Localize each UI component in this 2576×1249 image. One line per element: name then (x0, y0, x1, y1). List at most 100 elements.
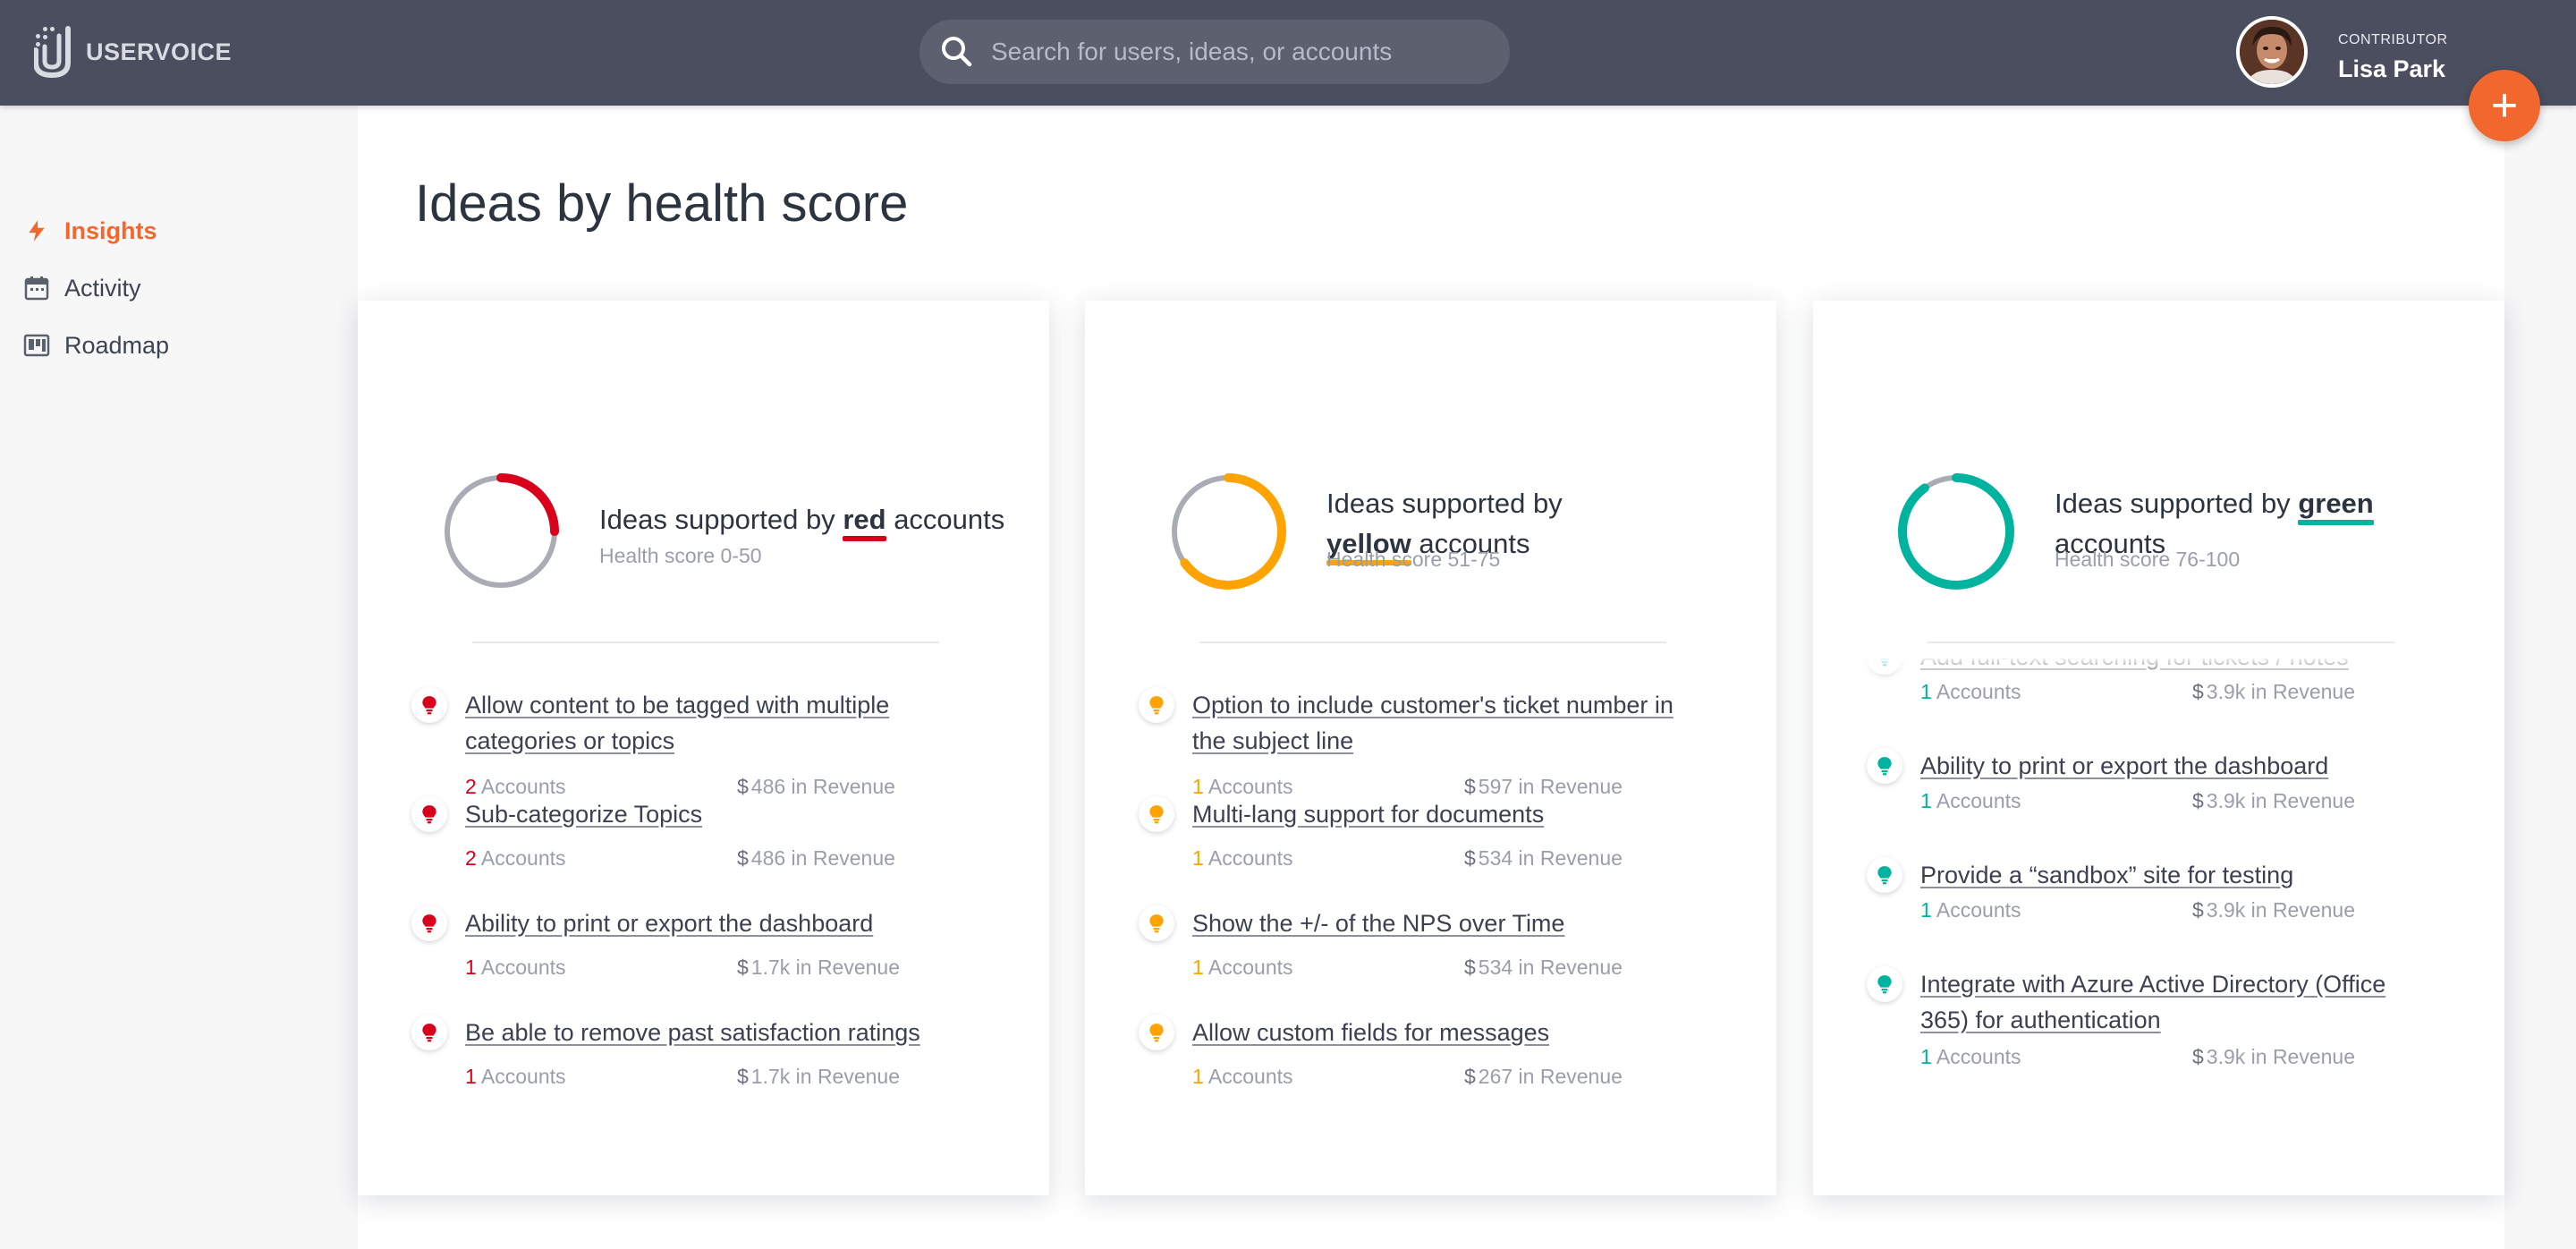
accounts-count: 1 (1192, 775, 1204, 798)
list-fade (358, 1124, 1049, 1177)
idea-accounts: 1 Accounts (1920, 680, 2021, 704)
add-button[interactable]: + (2469, 70, 2540, 141)
sidebar-item-label: Insights (64, 217, 157, 244)
brand-name: USERVOICE (86, 38, 233, 65)
card-heading-prefix: Ideas supported by (2055, 488, 2291, 519)
revenue-value: 3.9k in Revenue (2206, 789, 2356, 812)
idea-link[interactable]: Allow custom fields for messages (1192, 1015, 1693, 1050)
idea-accounts: 2 Accounts (465, 846, 566, 871)
accounts-count: 1 (1192, 846, 1204, 870)
card-heading-highlight: green (2298, 483, 2375, 525)
idea-accounts: 1 Accounts (465, 1065, 566, 1089)
accounts-label: Accounts (1936, 789, 2021, 812)
idea-revenue: $534 in Revenue (1464, 846, 1623, 871)
lightbulb-icon (1139, 796, 1174, 832)
sidebar-item-roadmap[interactable]: Roadmap (21, 327, 169, 363)
lightbulb-icon (1867, 857, 1902, 893)
idea-link[interactable]: Integrate with Azure Active Directory (O… (1920, 966, 2421, 1038)
idea-link[interactable]: Allow content to be tagged with multiple… (465, 687, 966, 759)
dollar-icon: $ (737, 956, 749, 979)
lightbulb-icon (1139, 1015, 1174, 1050)
idea-link[interactable]: Provide a “sandbox” site for testing (1920, 857, 2421, 893)
lightbulb-icon (1867, 748, 1902, 784)
dollar-icon: $ (1464, 775, 1476, 798)
dollar-icon: $ (2192, 1045, 2204, 1068)
card-heading-prefix: Ideas supported by (1326, 488, 1563, 519)
revenue-value: 3.9k in Revenue (2206, 1045, 2356, 1068)
top-bar: USERVOICE CONTRIBUTOR Lisa Park (0, 0, 2576, 106)
dollar-icon: $ (1464, 846, 1476, 870)
card-heading-highlight: red (843, 499, 886, 541)
idea-revenue: $534 in Revenue (1464, 956, 1623, 980)
card-subtitle: Health score 0-50 (599, 544, 762, 567)
idea-list: Add full-text searching for tickets / no… (1813, 658, 2504, 1177)
idea-link[interactable]: Ability to print or export the dashboard (465, 905, 966, 941)
uservoice-logo[interactable]: USERVOICE (34, 25, 232, 79)
dollar-icon: $ (2192, 680, 2204, 703)
divider (1928, 641, 2394, 643)
revenue-value: 486 in Revenue (750, 775, 895, 798)
lightbulb-icon (1867, 658, 1902, 675)
idea-link[interactable]: Be able to remove past satisfaction rati… (465, 1015, 966, 1050)
lightbulb-icon (411, 1015, 447, 1050)
accounts-label: Accounts (480, 775, 566, 798)
dollar-icon: $ (1464, 1065, 1476, 1088)
idea-revenue: $1.7k in Revenue (737, 1065, 900, 1089)
search-bar (919, 20, 1510, 84)
accounts-count: 1 (465, 956, 477, 979)
idea-link[interactable]: Ability to print or export the dashboard (1920, 748, 2421, 784)
idea-link[interactable]: Option to include customer's ticket numb… (1192, 687, 1693, 759)
accounts-count: 1 (1920, 680, 1932, 703)
accounts-label: Accounts (480, 1065, 566, 1088)
idea-revenue: $1.7k in Revenue (737, 956, 900, 980)
idea-accounts: 1 Accounts (1192, 775, 1293, 799)
idea-link[interactable]: Add full-text searching for tickets / no… (1920, 658, 2421, 675)
card-heading-prefix: Ideas supported by (599, 504, 835, 535)
revenue-value: 1.7k in Revenue (750, 1065, 901, 1088)
revenue-value: 534 in Revenue (1478, 846, 1623, 870)
user-role: CONTRIBUTOR (2338, 32, 2448, 47)
health-card-green: Ideas supported by green accounts Health… (1813, 301, 2504, 1195)
revenue-value: 1.7k in Revenue (750, 956, 901, 979)
dollar-icon: $ (2192, 898, 2204, 922)
idea-revenue: $486 in Revenue (737, 846, 895, 871)
idea-revenue: $3.9k in Revenue (2192, 1045, 2355, 1069)
search-input[interactable] (991, 25, 1510, 79)
idea-revenue: $3.9k in Revenue (2192, 789, 2355, 813)
accounts-label: Accounts (1936, 898, 2021, 922)
dollar-icon: $ (737, 846, 749, 870)
revenue-value: 597 in Revenue (1478, 775, 1623, 798)
accounts-label: Accounts (1208, 775, 1293, 798)
sidebar-item-label: Roadmap (64, 331, 170, 359)
accounts-label: Accounts (1208, 956, 1293, 979)
lightbulb-icon (411, 687, 447, 723)
idea-revenue: $486 in Revenue (737, 775, 895, 799)
sidebar-item-label: Activity (64, 274, 141, 302)
revenue-value: 3.9k in Revenue (2206, 680, 2356, 703)
idea-revenue: $267 in Revenue (1464, 1065, 1623, 1089)
search-icon (942, 37, 972, 67)
sidebar: Insights Activity Roadmap (0, 106, 358, 1249)
accounts-count: 2 (465, 846, 477, 870)
avatar[interactable] (2236, 16, 2308, 88)
idea-revenue: $597 in Revenue (1464, 775, 1623, 799)
user-photo-icon (2240, 20, 2304, 84)
idea-revenue: $3.9k in Revenue (2192, 898, 2355, 922)
revenue-value: 486 in Revenue (750, 846, 895, 870)
idea-link[interactable]: Sub-categorize Topics (465, 796, 966, 832)
accounts-count: 1 (465, 1065, 477, 1088)
donut-chart-yellow (1170, 473, 1286, 590)
idea-list: Option to include customer's ticket numb… (1085, 658, 1776, 1177)
divider (472, 641, 939, 643)
idea-list: Allow content to be tagged with multiple… (358, 658, 1049, 1177)
accounts-count: 1 (1920, 1045, 1932, 1068)
accounts-count: 1 (1192, 956, 1204, 979)
user-name[interactable]: Lisa Park (2338, 55, 2445, 83)
idea-link[interactable]: Show the +/- of the NPS over Time (1192, 905, 1693, 941)
idea-link[interactable]: Multi-lang support for documents (1192, 796, 1693, 832)
sidebar-item-activity[interactable]: Activity (21, 270, 141, 306)
main-content: Ideas by health score Ideas supported by… (358, 106, 2504, 1249)
accounts-count: 1 (1920, 789, 1932, 812)
donut-arc-green (1898, 473, 2014, 590)
sidebar-item-insights[interactable]: Insights (21, 213, 157, 249)
